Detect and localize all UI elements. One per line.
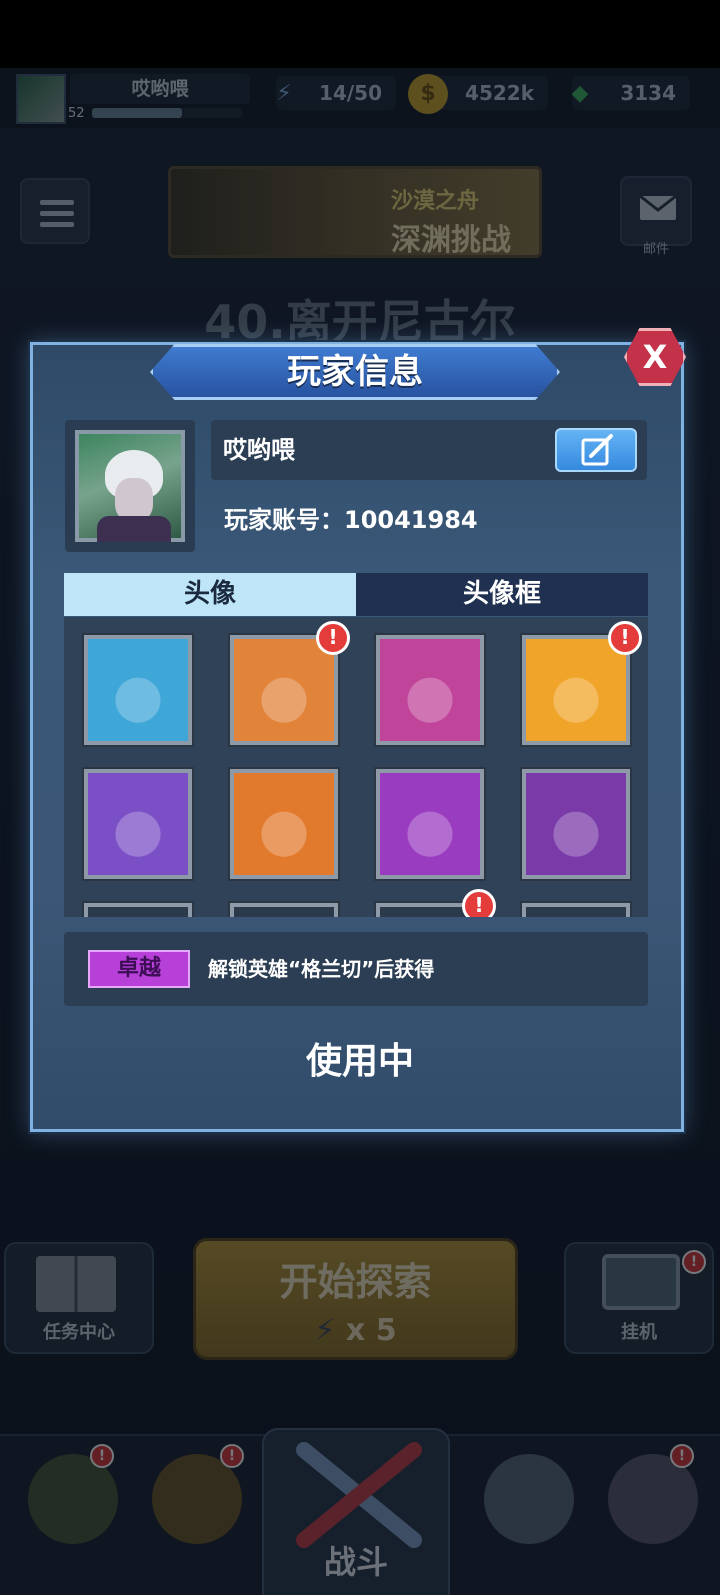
avatar-option[interactable] (82, 633, 194, 747)
start-explore-label: 开始探索 (279, 1260, 432, 1304)
alien-bug-avatar-icon (526, 773, 626, 875)
player-name-top: 哎哟喂 (70, 74, 250, 104)
player-name: 哎哟喂 (223, 436, 295, 464)
envelope-icon (639, 194, 677, 220)
event-banner[interactable]: 沙漠之舟 深渊挑战 (168, 166, 542, 258)
gem-icon: ◆ (571, 81, 589, 106)
account-row: 玩家账号：10041984 (224, 500, 478, 535)
xp-bar (92, 108, 242, 118)
avatar-option[interactable]: ! (374, 889, 496, 917)
tab-avatar[interactable]: 头像 (64, 573, 356, 616)
energy-counter[interactable]: ⚡ 14/50 (276, 76, 396, 110)
idle-label: 挂机 (621, 1322, 657, 1343)
avatar-option[interactable]: ! (228, 621, 350, 747)
white-haired-knight-avatar-icon (88, 639, 188, 741)
in-use-label: 使用中 (305, 1041, 414, 1082)
player-level: 52 (68, 106, 85, 121)
start-explore-cost: ⚡ x 5 (196, 1313, 515, 1348)
armor-icon (97, 516, 171, 542)
lightning-icon: ⚡ (276, 81, 292, 106)
banner-line1: 沙漠之舟 (390, 189, 479, 214)
book-icon (36, 1256, 116, 1312)
avatar-option[interactable] (520, 901, 632, 917)
avatar-option[interactable] (228, 767, 340, 881)
account-label: 玩家账号： (224, 506, 344, 534)
idle-button[interactable]: ! 挂机 (564, 1242, 714, 1354)
bottom-tab-bar: ! ! 战斗 ! (0, 1428, 720, 1595)
avatar-option[interactable] (82, 767, 194, 881)
avatar-option[interactable] (374, 633, 486, 747)
avatar-info-row: 卓越 解锁英雄“格兰切”后获得 (64, 932, 648, 1006)
gold-counter[interactable]: $ 4522k (408, 74, 548, 114)
coin-icon: $ (408, 74, 448, 114)
mail-button[interactable] (620, 176, 692, 246)
armored-soldier-avatar-icon (88, 773, 188, 875)
player-name-row: 哎哟喂 (211, 420, 647, 480)
tab-avatar-frame[interactable]: 头像框 (356, 573, 648, 616)
mech-crab-avatar-icon (234, 773, 334, 875)
edit-icon (581, 434, 613, 466)
current-avatar-frame (75, 430, 185, 542)
rank-alert-icon: ! (670, 1444, 694, 1468)
task-center-button[interactable]: 任务中心 (4, 1242, 154, 1354)
account-id: 10041984 (344, 506, 478, 534)
mail-label: 邮件 (642, 242, 669, 257)
unlock-condition: 解锁英雄“格兰切”后获得 (208, 957, 435, 981)
edit-name-button[interactable] (555, 428, 637, 472)
avatar-option[interactable] (82, 901, 194, 917)
avatar-grid: !!! (64, 617, 648, 917)
xp-fill (92, 108, 182, 118)
current-avatar (65, 420, 195, 552)
new-alert-icon: ! (316, 621, 350, 655)
new-alert-icon: ! (608, 621, 642, 655)
tab-battle-label: 战斗 (323, 1543, 388, 1581)
goggled-engineer-avatar-icon (234, 639, 334, 741)
status-bar (0, 0, 720, 68)
gem-counter[interactable]: ◆ 3134 (572, 76, 690, 110)
lightning-icon: ⚡ (314, 1313, 336, 1348)
energy-value: 14/50 (319, 81, 382, 105)
avatar-option[interactable] (228, 901, 340, 917)
tab-upgrade[interactable] (484, 1454, 574, 1544)
blue-haired-girl-avatar-icon (526, 639, 626, 741)
new-alert-icon: ! (462, 889, 496, 917)
chest-alert-icon: ! (90, 1444, 114, 1468)
resource-bar: 哎哟喂 52 ⚡ 14/50 $ 4522k ◆ 3134 (0, 68, 720, 128)
heroes-alert-icon: ! (220, 1444, 244, 1468)
player-avatar-small[interactable] (16, 74, 66, 124)
modal-title: 玩家信息 (287, 352, 423, 392)
avatar-option[interactable] (374, 767, 486, 881)
quality-badge: 卓越 (88, 950, 190, 988)
crossed-swords-icon (296, 1442, 422, 1548)
gem-value: 3134 (620, 81, 676, 105)
blonde-pilot-avatar-icon (380, 639, 480, 741)
gold-value: 4522k (465, 81, 534, 105)
avatar-tabs: 头像 头像框 (64, 573, 648, 616)
idle-alert-icon: ! (682, 1250, 706, 1274)
task-center-label: 任务中心 (43, 1322, 115, 1343)
avatar-option[interactable]: ! (520, 621, 642, 747)
tab-battle[interactable]: 战斗 (262, 1428, 450, 1595)
start-explore-button[interactable]: 开始探索 ⚡ x 5 (193, 1238, 518, 1360)
start-cost-value: x 5 (345, 1313, 397, 1348)
banner-line2: 深渊挑战 (391, 223, 511, 258)
spiked-beast-avatar-icon (380, 773, 480, 875)
avatar-option[interactable] (520, 767, 632, 881)
menu-button[interactable] (20, 178, 90, 244)
